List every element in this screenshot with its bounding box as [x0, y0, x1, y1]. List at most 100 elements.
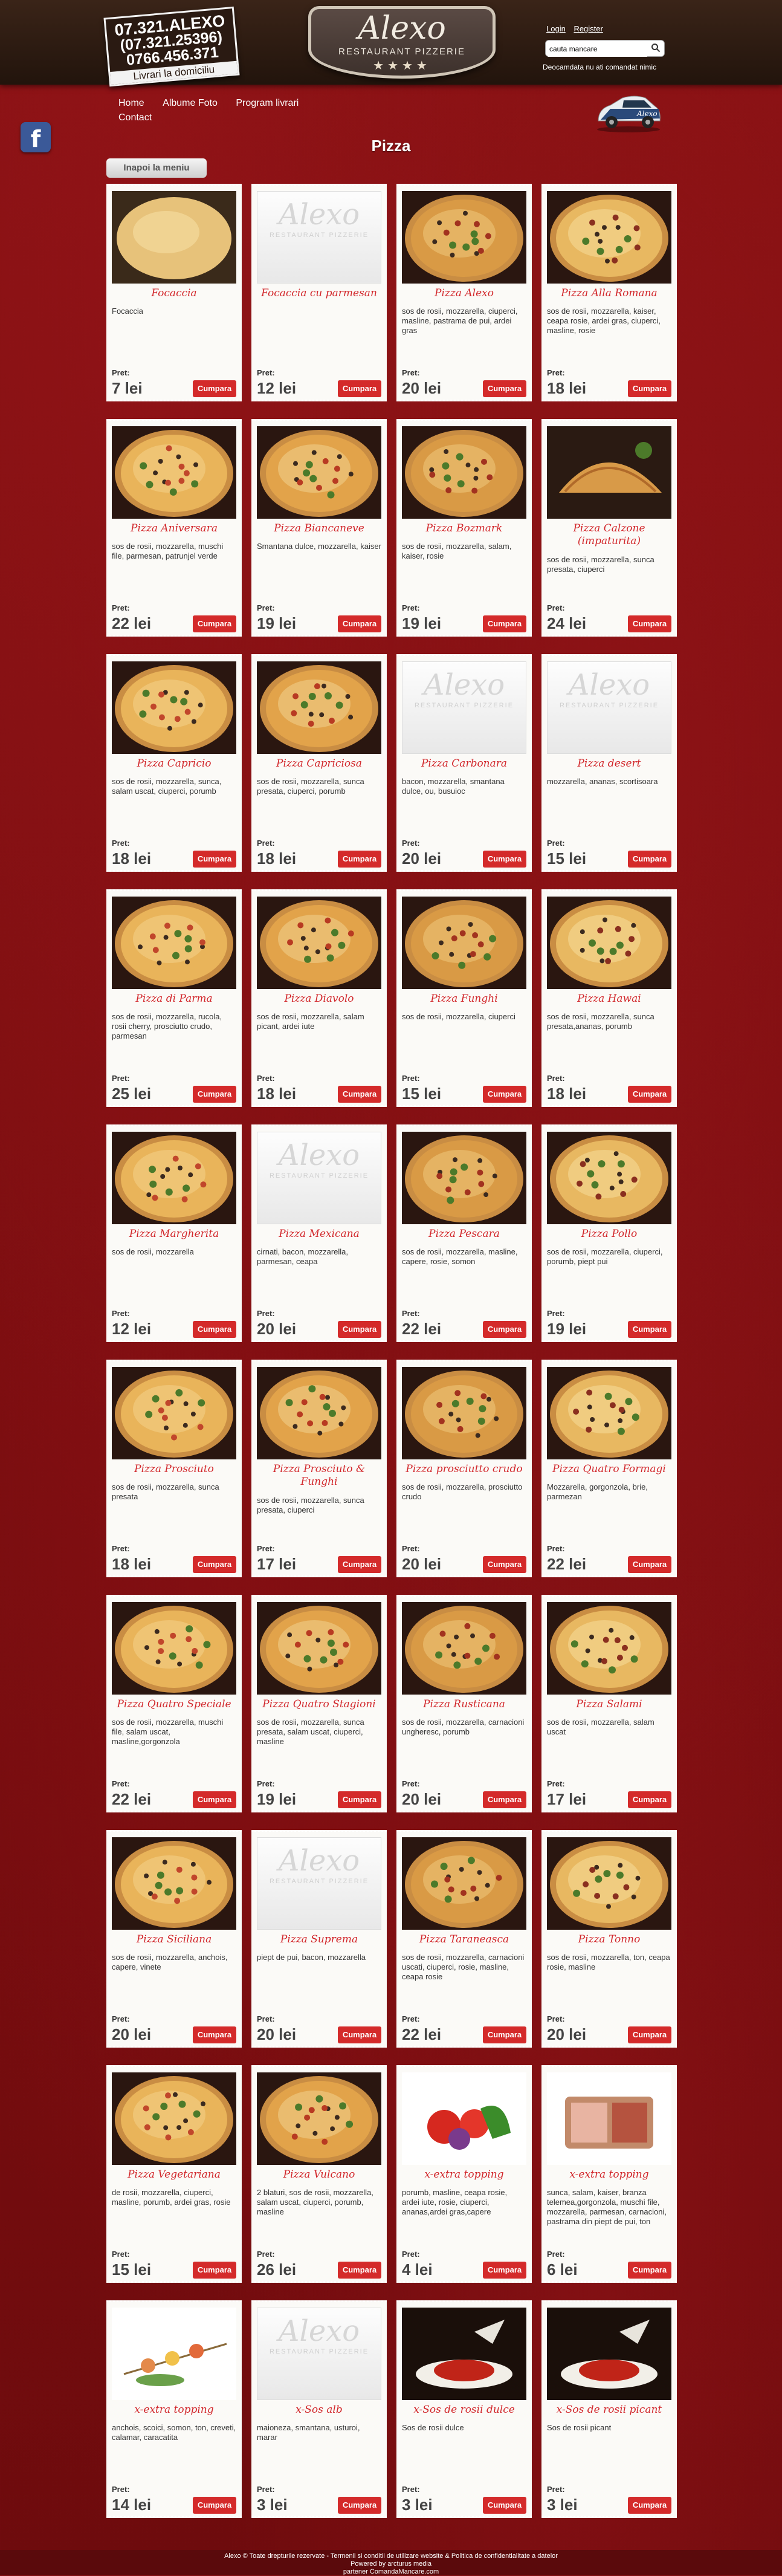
buy-button[interactable]: Cumpara — [483, 2497, 526, 2514]
register-link[interactable]: Register — [574, 24, 603, 33]
buy-button[interactable]: Cumpara — [338, 1321, 381, 1338]
buy-button[interactable]: Cumpara — [628, 2497, 671, 2514]
product-name[interactable]: Pizza Bozmark — [400, 522, 528, 535]
product-image[interactable] — [547, 1837, 671, 1930]
product-image[interactable]: Alexo RESTAURANT PIZZERIE — [257, 191, 381, 284]
buy-button[interactable]: Cumpara — [193, 2262, 236, 2279]
product-image[interactable] — [402, 191, 526, 284]
buy-button[interactable]: Cumpara — [628, 615, 671, 632]
product-image[interactable] — [257, 897, 381, 989]
buy-button[interactable]: Cumpara — [628, 380, 671, 397]
buy-button[interactable]: Cumpara — [483, 615, 526, 632]
product-image[interactable] — [402, 897, 526, 989]
product-name[interactable]: x-extra topping — [545, 2169, 673, 2181]
product-name[interactable]: Pizza Salami — [545, 1698, 673, 1711]
buy-button[interactable]: Cumpara — [338, 851, 381, 868]
product-name[interactable]: Pizza Vulcano — [255, 2169, 383, 2181]
product-image[interactable] — [257, 661, 381, 754]
product-image[interactable] — [547, 897, 671, 989]
buy-button[interactable]: Cumpara — [628, 1556, 671, 1573]
product-image[interactable] — [402, 1837, 526, 1930]
product-name[interactable]: Pizza Calzone (impaturita) — [545, 522, 673, 548]
product-image[interactable] — [547, 2308, 671, 2400]
product-name[interactable]: Pizza Quatro Formagi — [545, 1463, 673, 1476]
buy-button[interactable]: Cumpara — [193, 1791, 236, 1808]
product-name[interactable]: Pizza Aniversara — [110, 522, 238, 535]
product-name[interactable]: Pizza Pescara — [400, 1228, 528, 1241]
product-image[interactable] — [257, 1367, 381, 1459]
product-name[interactable]: x-extra topping — [400, 2169, 528, 2181]
buy-button[interactable]: Cumpara — [628, 2026, 671, 2043]
product-image[interactable] — [112, 426, 236, 519]
product-image[interactable] — [402, 426, 526, 519]
product-image[interactable] — [112, 1367, 236, 1459]
product-name[interactable]: Pizza Alla Romana — [545, 287, 673, 300]
product-name[interactable]: Pizza Suprema — [255, 1933, 383, 1946]
buy-button[interactable]: Cumpara — [193, 380, 236, 397]
product-name[interactable]: Pizza Alexo — [400, 287, 528, 300]
product-name[interactable]: Pizza Tonno — [545, 1933, 673, 1946]
product-image[interactable] — [547, 191, 671, 284]
product-image[interactable] — [112, 2308, 236, 2400]
nav-photo-albums[interactable]: Albume Foto — [163, 98, 218, 109]
buy-button[interactable]: Cumpara — [338, 2497, 381, 2514]
product-name[interactable]: Pizza Capricio — [110, 758, 238, 770]
nav-home[interactable]: Home — [118, 98, 144, 109]
product-image[interactable] — [547, 1602, 671, 1695]
buy-button[interactable]: Cumpara — [193, 1086, 236, 1103]
product-image[interactable] — [402, 1602, 526, 1695]
buy-button[interactable]: Cumpara — [483, 1086, 526, 1103]
buy-button[interactable]: Cumpara — [338, 2026, 381, 2043]
product-image[interactable]: Alexo RESTAURANT PIZZERIE — [257, 1132, 381, 1224]
product-name[interactable]: Pizza Margherita — [110, 1228, 238, 1241]
product-name[interactable]: x-Sos alb — [255, 2404, 383, 2416]
product-name[interactable]: Pizza Taraneasca — [400, 1933, 528, 1946]
buy-button[interactable]: Cumpara — [628, 1791, 671, 1808]
product-name[interactable]: Pizza Pollo — [545, 1228, 673, 1241]
buy-button[interactable]: Cumpara — [338, 2262, 381, 2279]
product-name[interactable]: Focaccia — [110, 287, 238, 300]
buy-button[interactable]: Cumpara — [193, 2497, 236, 2514]
product-image[interactable] — [547, 1367, 671, 1459]
product-name[interactable]: Pizza Carbonara — [400, 758, 528, 770]
product-name[interactable]: Pizza Vegetariana — [110, 2169, 238, 2181]
product-image[interactable] — [547, 1132, 671, 1224]
product-name[interactable]: Pizza di Parma — [110, 993, 238, 1005]
product-image[interactable] — [112, 1602, 236, 1695]
buy-button[interactable]: Cumpara — [338, 1556, 381, 1573]
buy-button[interactable]: Cumpara — [628, 2262, 671, 2279]
product-image[interactable] — [112, 661, 236, 754]
product-image[interactable]: Alexo RESTAURANT PIZZERIE — [257, 1837, 381, 1930]
product-image[interactable] — [257, 426, 381, 519]
product-name[interactable]: Pizza Prosciuto — [110, 1463, 238, 1476]
product-image[interactable] — [402, 2308, 526, 2400]
product-name[interactable]: Pizza prosciutto crudo — [400, 1463, 528, 1476]
product-name[interactable]: Focaccia cu parmesan — [255, 287, 383, 300]
product-image[interactable]: Alexo RESTAURANT PIZZERIE — [257, 2308, 381, 2400]
product-name[interactable]: Pizza Rusticana — [400, 1698, 528, 1711]
buy-button[interactable]: Cumpara — [338, 1791, 381, 1808]
product-name[interactable]: Pizza desert — [545, 758, 673, 770]
product-image[interactable] — [402, 1132, 526, 1224]
product-name[interactable]: Pizza Mexicana — [255, 1228, 383, 1241]
product-name[interactable]: x-extra topping — [110, 2404, 238, 2416]
product-image[interactable]: Alexo RESTAURANT PIZZERIE — [402, 661, 526, 754]
product-name[interactable]: Pizza Hawai — [545, 993, 673, 1005]
product-name[interactable]: Pizza Quatro Speciale — [110, 1698, 238, 1711]
product-image[interactable] — [257, 2072, 381, 2165]
buy-button[interactable]: Cumpara — [483, 1321, 526, 1338]
buy-button[interactable]: Cumpara — [628, 851, 671, 868]
product-name[interactable]: Pizza Siciliana — [110, 1933, 238, 1946]
buy-button[interactable]: Cumpara — [628, 1086, 671, 1103]
buy-button[interactable]: Cumpara — [483, 2262, 526, 2279]
product-name[interactable]: Pizza Capriciosa — [255, 758, 383, 770]
product-name[interactable]: x-Sos de rosii picant — [545, 2404, 673, 2416]
site-logo[interactable]: Alexo RESTAURANT PIZZERIE ★★★★ — [308, 6, 496, 79]
product-name[interactable]: x-Sos de rosii dulce — [400, 2404, 528, 2416]
product-image[interactable] — [112, 1132, 236, 1224]
buy-button[interactable]: Cumpara — [483, 2026, 526, 2043]
buy-button[interactable]: Cumpara — [193, 1321, 236, 1338]
product-name[interactable]: Pizza Diavolo — [255, 993, 383, 1005]
product-image[interactable] — [112, 1837, 236, 1930]
product-name[interactable]: Pizza Biancaneve — [255, 522, 383, 535]
